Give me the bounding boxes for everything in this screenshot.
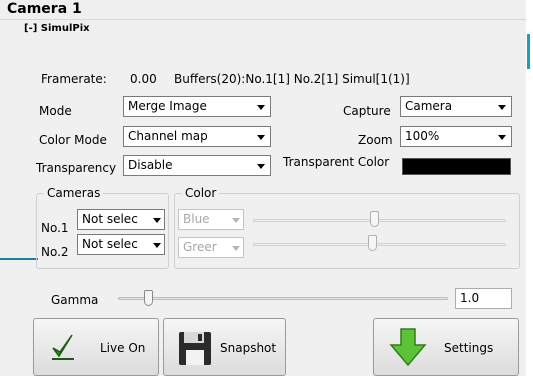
chevron-down-icon — [498, 135, 506, 140]
camera-no2-label: No.2 — [41, 245, 69, 259]
left-edge-accent — [0, 258, 38, 260]
color-ch2-slider-track[interactable] — [253, 243, 506, 246]
chevron-down-icon — [257, 135, 265, 140]
color-ch1-slider-thumb[interactable] — [370, 211, 380, 227]
camera-no1-label: No.1 — [41, 221, 69, 235]
framerate-label: Framerate: — [41, 72, 107, 86]
color-ch1-select-value: Blue — [183, 212, 210, 226]
gamma-slider-thumb[interactable] — [143, 290, 153, 306]
camera-no1-select-value: Not selec — [82, 212, 138, 226]
color-ch2-select[interactable]: Greer — [178, 237, 244, 258]
chevron-down-icon — [153, 218, 161, 223]
capture-select[interactable]: Camera — [400, 96, 512, 117]
chevron-down-icon — [232, 246, 240, 251]
right-edge-strip — [526, 0, 533, 376]
floppy-disk-icon — [177, 330, 213, 369]
zoom-select[interactable]: 100% — [400, 126, 512, 147]
checkmark-icon — [50, 332, 76, 365]
cameras-group-title: Cameras — [44, 186, 104, 200]
chevron-down-icon — [498, 105, 506, 110]
color-ch1-slider-track[interactable] — [253, 219, 506, 222]
color-mode-label: Color Mode — [39, 133, 107, 147]
capture-select-value: Camera — [405, 99, 453, 113]
gamma-label: Gamma — [51, 293, 99, 307]
framerate-value: 0.00 — [130, 72, 157, 86]
settings-button[interactable]: Settings — [373, 318, 519, 376]
title-divider — [0, 19, 533, 20]
camera-no2-select[interactable]: Not selec — [77, 234, 165, 255]
snapshot-button[interactable]: Snapshot — [163, 318, 286, 376]
transparent-color-swatch[interactable] — [402, 158, 511, 175]
color-ch1-select[interactable]: Blue — [178, 209, 244, 230]
edge-accent — [527, 34, 530, 69]
transparent-color-label: Transparent Color — [283, 155, 390, 169]
camera-no2-select-value: Not selec — [82, 237, 138, 251]
zoom-label: Zoom — [358, 133, 393, 147]
mode-select-value: Merge Image — [128, 99, 207, 113]
capture-label: Capture — [343, 104, 391, 118]
settings-label: Settings — [444, 341, 494, 355]
live-on-button[interactable]: Live On — [33, 318, 159, 376]
section-toggle-simulpix[interactable]: [-] SimulPix — [24, 23, 90, 34]
buffers-status: Buffers(20):No.1[1] No.2[1] Simul[1(1)] — [174, 72, 410, 86]
mode-select[interactable]: Merge Image — [123, 96, 271, 117]
color-mode-select-value: Channel map — [128, 129, 208, 143]
color-mode-select[interactable]: Channel map — [123, 126, 271, 147]
transparency-label: Transparency — [36, 161, 117, 175]
green-arrow-down-icon — [389, 327, 427, 370]
zoom-select-value: 100% — [405, 129, 440, 143]
chevron-down-icon — [232, 218, 240, 223]
mode-label: Mode — [39, 104, 72, 118]
color-ch2-slider-thumb[interactable] — [367, 235, 377, 251]
chevron-down-icon — [257, 105, 265, 110]
transparency-select-value: Disable — [128, 158, 173, 172]
gamma-slider-track[interactable] — [118, 297, 448, 300]
gamma-value-field[interactable]: 1.0 — [455, 288, 512, 309]
transparency-select[interactable]: Disable — [123, 155, 271, 176]
snapshot-label: Snapshot — [220, 341, 277, 355]
camera-no1-select[interactable]: Not selec — [77, 209, 165, 230]
color-group-title: Color — [182, 186, 220, 200]
live-on-label: Live On — [100, 341, 146, 355]
chevron-down-icon — [257, 164, 265, 169]
chevron-down-icon — [153, 243, 161, 248]
window-title: Camera 1 — [7, 1, 82, 17]
color-ch2-select-value: Greer — [183, 240, 217, 254]
